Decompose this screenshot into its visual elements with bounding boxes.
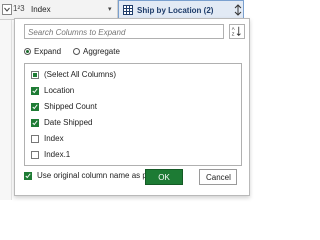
list-item-label: (Select All Columns) [44, 70, 117, 79]
aggregate-label[interactable]: Aggregate [83, 47, 120, 56]
ship-by-location-column-header[interactable]: Ship by Location (2) [118, 0, 244, 20]
filter-dropdown-icon[interactable]: ▾ [108, 5, 112, 13]
prefix-label: Use original column name as prefix [37, 171, 162, 180]
sort-button[interactable]: A Z [229, 24, 245, 39]
list-item-label: Index [44, 134, 64, 143]
sort-az-icon: A Z [232, 26, 241, 36]
index-1-checkbox[interactable] [31, 151, 39, 159]
list-item-label: Shipped Count [44, 102, 97, 111]
search-columns-input[interactable]: Search Columns to Expand [24, 24, 224, 39]
column-name: Ship by Location (2) [137, 6, 214, 15]
location-checkbox[interactable] [31, 87, 39, 95]
number-type-icon[interactable]: 1²3 [13, 4, 25, 13]
list-item-label: Location [44, 86, 75, 95]
index-column-header[interactable]: 1²3 Index ▾ [0, 0, 118, 20]
expand-label[interactable]: Expand [34, 47, 61, 56]
expand-radio[interactable] [24, 48, 31, 55]
list-item-label: Date Shipped [44, 118, 93, 127]
select-all-checkbox[interactable] [31, 71, 39, 79]
cancel-button[interactable]: Cancel [199, 169, 237, 185]
index-checkbox[interactable] [31, 135, 39, 143]
list-item-label: Index.1 [44, 150, 71, 159]
columns-list: (Select All Columns) Location Shipped Co… [24, 63, 242, 166]
column-name: Index [31, 5, 51, 14]
row-gutter [0, 20, 12, 200]
shipped-count-checkbox[interactable] [31, 103, 39, 111]
table-icon [123, 5, 133, 15]
prefix-checkbox[interactable] [24, 172, 32, 180]
aggregate-radio[interactable] [73, 48, 80, 55]
expand-columns-dialog: Search Columns to Expand A Z Expand Aggr… [14, 18, 250, 196]
svg-text:A: A [232, 26, 235, 31]
column-menu-icon[interactable] [2, 4, 12, 15]
ok-button[interactable]: OK [145, 169, 183, 185]
date-shipped-checkbox[interactable] [31, 119, 39, 127]
expand-column-icon[interactable] [233, 4, 243, 16]
svg-text:Z: Z [232, 31, 235, 36]
search-placeholder: Search Columns to Expand [28, 28, 126, 37]
